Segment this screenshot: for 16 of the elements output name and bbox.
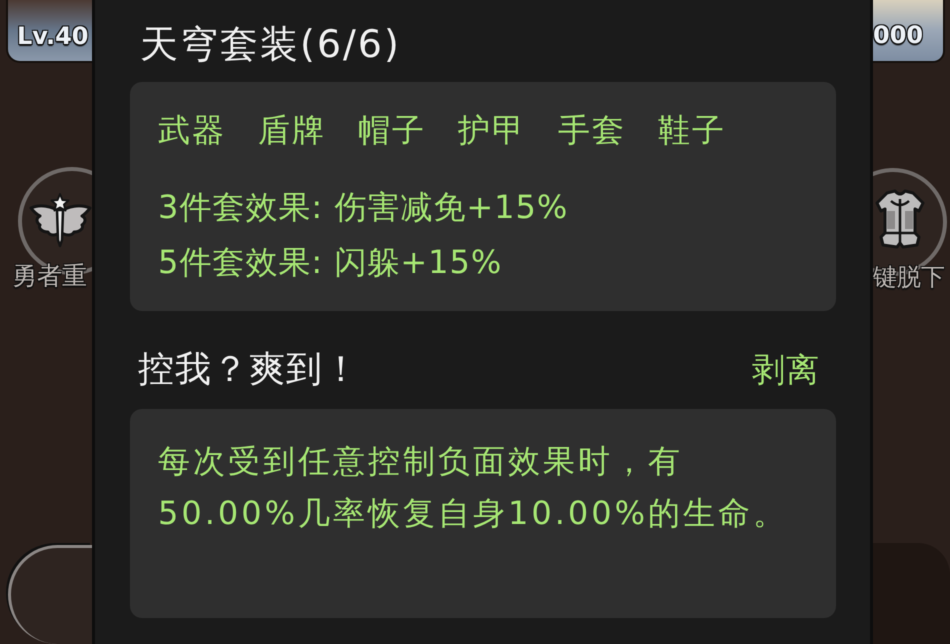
level-label: Lv.40 — [17, 24, 88, 48]
set-piece-label: 武器 — [158, 110, 226, 150]
rounded-button[interactable] — [8, 545, 92, 644]
strip-button[interactable]: 剥离 — [752, 350, 820, 390]
set-title: 天穹套装(6/6) — [140, 22, 401, 66]
set-piece-label: 手套 — [558, 110, 626, 150]
set-piece-label: 鞋子 — [658, 110, 726, 150]
set-piece-label: 帽子 — [358, 110, 426, 150]
skill-title: 控我？爽到！ — [138, 348, 360, 392]
armor-icon — [873, 189, 927, 249]
set-piece-label: 护甲 — [458, 110, 526, 150]
skill-description: 每次受到任意控制负面效果时，有50.00%几率恢复自身10.00%的生命。 — [158, 441, 790, 534]
set-bonus-text: 3件套效果: 伤害减免+15% — [158, 187, 568, 228]
set-piece-label: 盾牌 — [258, 110, 326, 150]
value-label: 000 — [873, 23, 924, 47]
set-bonus-text: 5件套效果: 闪躲+15% — [158, 242, 502, 283]
